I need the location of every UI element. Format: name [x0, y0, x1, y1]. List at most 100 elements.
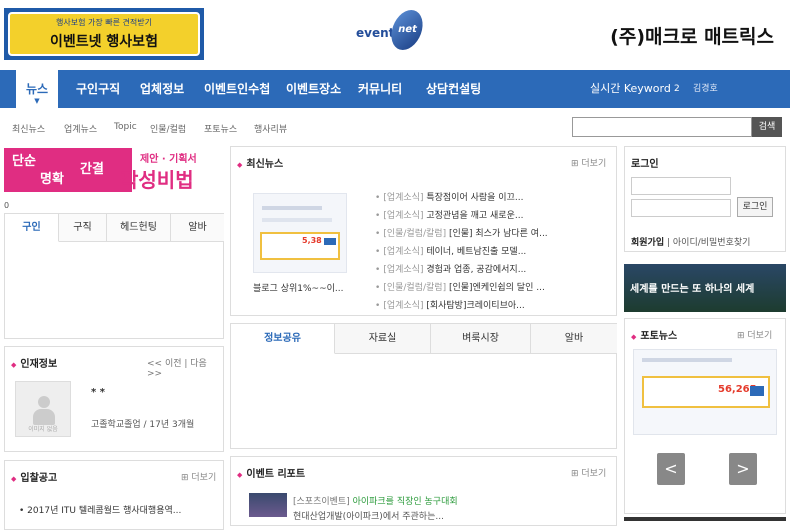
list-bullet: •: [375, 211, 381, 221]
promo-text-4: 제안 · 기획서: [140, 154, 197, 165]
signup-link[interactable]: 회원가입: [631, 238, 664, 248]
thumb-card: 5,38: [260, 232, 340, 260]
nav-item-venues[interactable]: 이벤트장소: [286, 70, 341, 108]
list-item[interactable]: • [업계소식] 경험과 업종, 공감에서지...: [375, 261, 548, 279]
prev-arrow-icon[interactable]: <: [657, 453, 685, 485]
list-bullet: •: [375, 247, 381, 257]
list-item[interactable]: • [업계소식] [회사탐방]크레이티브아...: [375, 297, 548, 315]
event-headline[interactable]: [스포츠이벤트] 아이파크를 직장인 농구대회: [293, 494, 458, 507]
list-item[interactable]: • [인물/컬럼/칼럼] [인물] 최스가 남다른 여...: [375, 225, 548, 243]
list-item[interactable]: • [인물/컬럼/칼럼] [인물]엔케인쉽의 달인 ...: [375, 279, 548, 297]
header: 행사보험 가장 빠른 견적받기 이벤트넷 행사보험 event net (주)매…: [0, 0, 800, 68]
insurance-ad-banner[interactable]: 행사보험 가장 빠른 견적받기 이벤트넷 행사보험: [4, 8, 204, 60]
login-box: 로그인 로그인 회원가입 | 아이디/비밀번호찾기: [624, 146, 786, 252]
news-category: [인물/컬럼/칼럼]: [383, 229, 447, 239]
photo-more-link[interactable]: ⊞ 더보기: [737, 328, 772, 341]
tab-headhunting[interactable]: 헤드헌팅: [107, 214, 171, 242]
ad-inner: 행사보험 가장 빠른 견적받기 이벤트넷 행사보험: [8, 12, 200, 56]
search-input[interactable]: [572, 117, 752, 137]
search-button[interactable]: 검색: [752, 117, 782, 137]
event-thumbnail[interactable]: [249, 493, 287, 517]
nav-item-event-handbook[interactable]: 이벤트인수첩: [204, 70, 270, 108]
proposal-promo-banner[interactable]: 단순 명확 간결 제안 · 기획서 작성비법: [4, 146, 226, 192]
event-summary: 현대산업개발(아이파크)에서 주관하는...: [293, 512, 444, 522]
login-title: 로그인: [631, 159, 659, 170]
event-more-text: 더보기: [581, 469, 607, 479]
news-category: [업계소식]: [383, 301, 424, 311]
bottom-dark-strip: [624, 517, 786, 521]
avatar: 이미지 없음: [15, 381, 71, 437]
thumb-card: 56,265: [642, 376, 770, 408]
ad-title: 이벤트넷 행사보험: [50, 34, 158, 50]
news-headline: [인물] 최스가 남다른 여...: [446, 229, 548, 239]
tab-part-time-board[interactable]: 알바: [531, 324, 617, 354]
login-password-field[interactable]: [631, 199, 731, 217]
subnav-topic[interactable]: Topic: [114, 122, 137, 132]
event-report-title: ◆ 이벤트 리포트: [237, 465, 305, 480]
event-more-link[interactable]: ⊞ 더보기: [571, 466, 606, 479]
thumb-button-shape: [750, 386, 764, 396]
list-item[interactable]: • [업계소식] 특장점이어 사람을 이끄...: [375, 189, 548, 207]
world-banner-text: 세계를 만드는 또 하나의 세계: [630, 284, 755, 295]
list-item[interactable]: • [업계소식] 테이너, 베트남진출 모델...: [375, 243, 548, 261]
list-bullet: •: [375, 265, 381, 275]
bid-notice-title: ◆ 입찰공고: [11, 469, 57, 484]
bid-more-link[interactable]: ⊞ 더보기: [181, 470, 216, 483]
bid-notice-title-text: 입찰공고: [20, 473, 58, 484]
nav-item-news[interactable]: 뉴스 ▼: [16, 70, 58, 108]
login-id-field[interactable]: [631, 177, 731, 195]
talent-name[interactable]: * *: [91, 387, 105, 398]
tab-archive[interactable]: 자료실: [335, 324, 431, 354]
talent-pager[interactable]: << 이전 | 다음 >>: [147, 356, 223, 379]
thumb-line: [642, 358, 732, 362]
news-category: [업계소식]: [383, 265, 424, 275]
subnav-industry[interactable]: 업계뉴스: [64, 122, 97, 135]
event-report-box: ◆ 이벤트 리포트 ⊞ 더보기 [스포츠이벤트] 아이파크를 직장인 농구대회 현…: [230, 456, 617, 526]
bullet-icon: ◆: [631, 333, 637, 341]
nav-item-community[interactable]: 커뮤니티: [358, 70, 402, 108]
bid-more-text: 더보기: [191, 473, 217, 483]
thumb-button-shape: [324, 238, 336, 245]
bullet-icon: ◆: [237, 161, 243, 169]
tab-job-seeking[interactable]: 구직: [59, 214, 107, 242]
news-category: [업계소식]: [383, 247, 424, 257]
list-item[interactable]: • 2017년 ITU 텔레콤월드 행사대행용역...: [19, 503, 181, 516]
keyword-rank: 2: [674, 84, 680, 94]
subnav-review[interactable]: 행사리뷰: [254, 122, 287, 135]
tab-info-sharing[interactable]: 정보공유: [231, 324, 335, 354]
tab-hiring[interactable]: 구인: [5, 214, 59, 242]
next-arrow-icon[interactable]: >: [729, 453, 757, 485]
photo-thumbnail[interactable]: 56,265: [633, 349, 777, 435]
bid-notice-box: ◆ 입찰공고 ⊞ 더보기 • 2017년 ITU 텔레콤월드 행사대행용역...: [4, 460, 224, 530]
nav-item-companies[interactable]: 업체정보: [140, 70, 184, 108]
subnav-people[interactable]: 인물/컬럼: [150, 122, 186, 135]
nav-item-jobs[interactable]: 구인구직: [76, 70, 120, 108]
photo-more-text: 더보기: [747, 331, 773, 341]
subnav-photo[interactable]: 포토뉴스: [204, 122, 237, 135]
talent-info-title-text: 인재정보: [20, 359, 58, 370]
news-thumbnail-caption[interactable]: 블로그 상위1%~~이...: [253, 281, 343, 294]
tab-flea-market[interactable]: 벼룩시장: [431, 324, 531, 354]
keyword-term[interactable]: 김경호: [693, 70, 718, 108]
promo-text-5: 작성비법: [120, 168, 194, 192]
subnav-latest[interactable]: 최신뉴스: [12, 122, 45, 135]
chevron-down-icon: ▼: [34, 97, 40, 105]
news-headline: 고정관념을 깨고 새로운...: [423, 211, 524, 221]
world-promo-banner[interactable]: 세계를 만드는 또 하나의 세계: [624, 264, 786, 312]
nav-item-consulting[interactable]: 상담컨설팅: [426, 70, 481, 108]
talent-education: 고졸학교졸업 / 17년 3개월: [91, 420, 195, 430]
latest-news-box: ◆ 최신뉴스 ⊞ 더보기 5,38 블로그 상위1%~~이... • [업계소식] …: [230, 146, 617, 316]
news-category: [업계소식]: [383, 211, 424, 221]
news-more-link[interactable]: ⊞ 더보기: [571, 156, 606, 169]
news-thumbnail[interactable]: 5,38: [253, 193, 347, 273]
company-name: (주)매크로 매트릭스: [610, 26, 774, 48]
eventnet-logo[interactable]: event net: [356, 8, 427, 54]
photo-news-title: ◆ 포토뉴스: [631, 327, 677, 342]
thumb-line: [262, 218, 332, 222]
event-report-title-text: 이벤트 리포트: [246, 469, 306, 480]
counter-text: 0: [4, 201, 10, 210]
tab-part-time[interactable]: 알바: [171, 214, 224, 242]
find-account-link[interactable]: | 아이디/비밀번호찾기: [664, 238, 750, 248]
list-item[interactable]: • [업계소식] 고정관념을 깨고 새로운...: [375, 207, 548, 225]
login-button[interactable]: 로그인: [737, 197, 773, 217]
